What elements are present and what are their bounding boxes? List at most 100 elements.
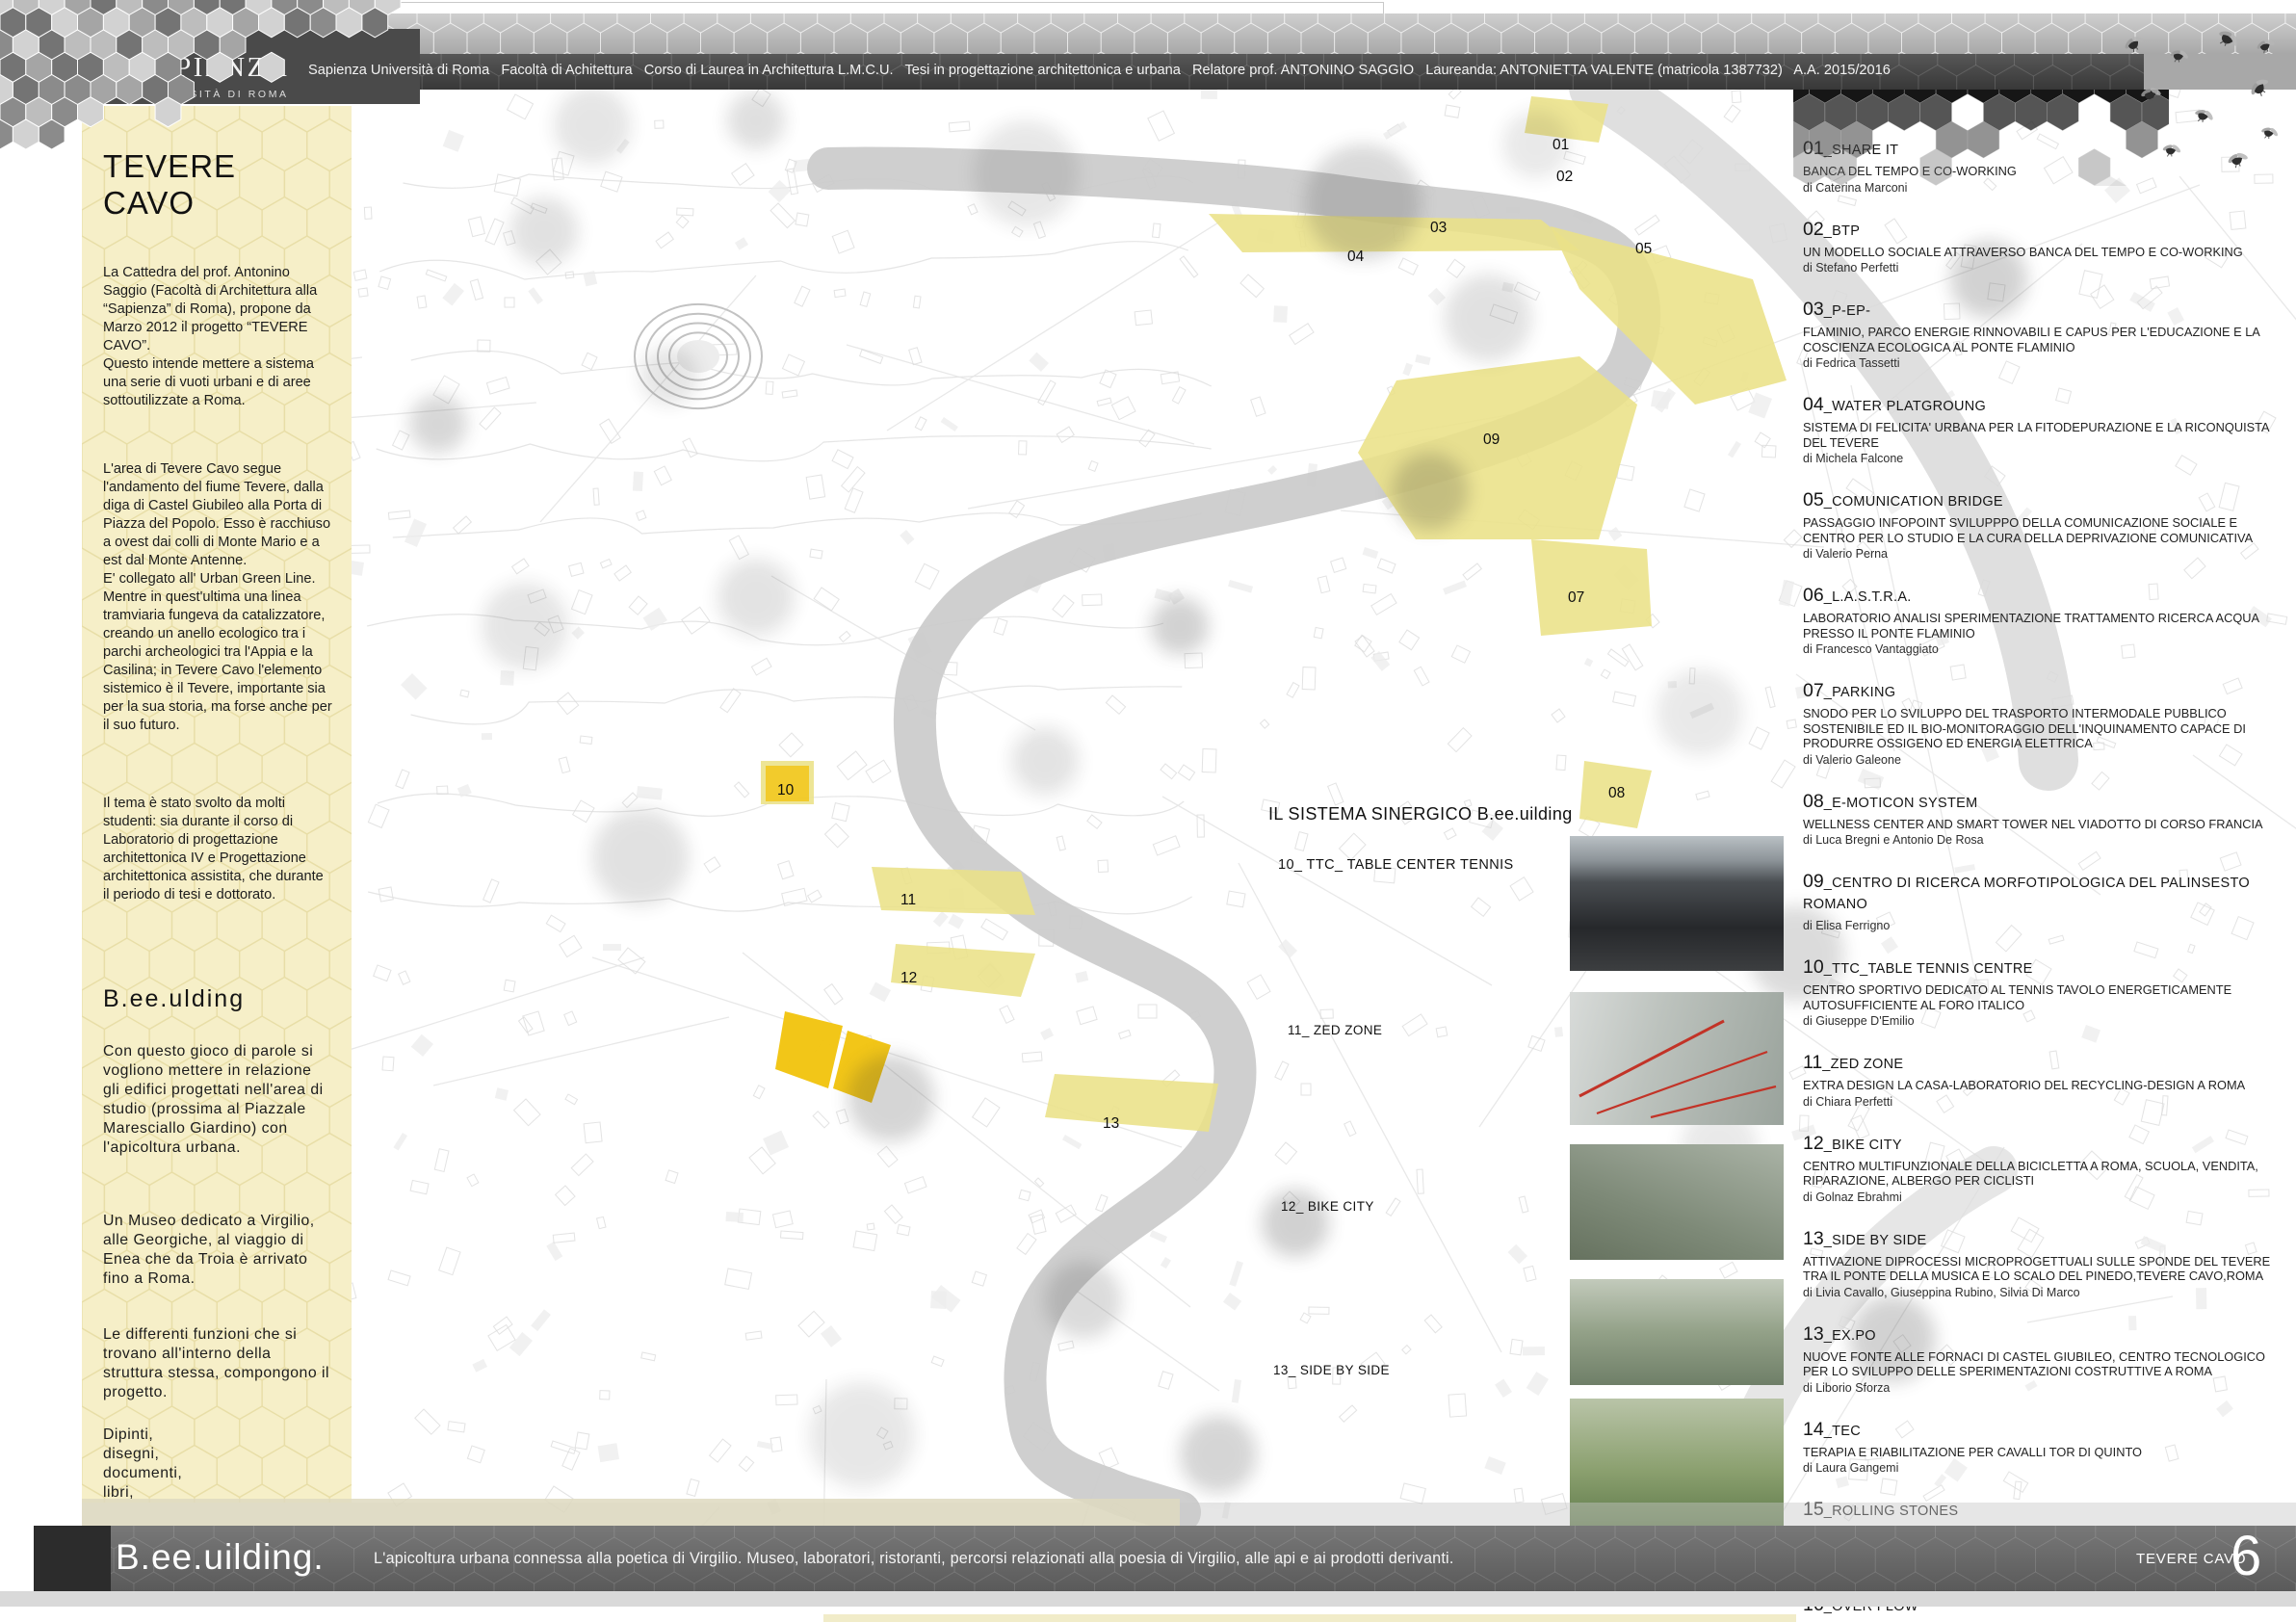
sidebar-exhibit-list: Dipinti, disegni, documenti, libri, mone… [103, 1426, 332, 1503]
photo-masterplan-red-lines [1570, 992, 1784, 1125]
presentation-board: 01 02 03 04 05 09 07 10 08 11 12 13 IL SISTEMA SINER… [0, 0, 2296, 1622]
project-code: _PARKING [1824, 685, 1896, 700]
project-item: 08_E-MOTICON SYSTEM WELLNESS CENTER AND S… [1803, 792, 2286, 849]
project-item: 07_PARKINGSNODO PER LO SVILUPPO DEL TRAS… [1803, 681, 2286, 768]
project-author: di Liborio Sforza [1803, 1380, 2286, 1396]
project-number: 03 [1803, 299, 1824, 320]
project-author: di Francesco Vantaggiato [1803, 641, 2286, 657]
map-marker-02: 02 [1556, 169, 1573, 186]
map-marker-11: 11 [900, 892, 916, 909]
next-board-edge [823, 1614, 1796, 1622]
project-description: PASSAGGIO INFOPOINT SVILUPPPO DELLA COMU… [1803, 515, 2284, 545]
header-info-line: Sapienza Università di Roma Facoltà di A… [308, 63, 2133, 78]
map-marker-13: 13 [1103, 1115, 1119, 1133]
project-item: 10_TTC_TABLE TENNIS CENTRE CENTRO SPORTIV… [1803, 957, 2286, 1029]
hex-cluster-decoration [0, 0, 453, 164]
project-item: 13_SIDE BY SIDEATTIVAZIONE DIPROCESSI MI… [1803, 1229, 2286, 1300]
project-description: TERAPIA E RIABILITAZIONE PER CAVALLI TOR… [1803, 1445, 2284, 1460]
sidebar-area-description: L'area di Tevere Cavo segue l'andamento … [103, 460, 332, 735]
masterplan-lines [1570, 992, 1784, 1125]
project-description: LABORATORIO ANALISI SPERIMENTAZIONE TRAT… [1803, 611, 2284, 641]
project-number: 08 [1803, 791, 1824, 812]
project-author: di Valerio Perna [1803, 546, 2286, 562]
project-author: di Golnaz Ebrahmi [1803, 1190, 2286, 1205]
project-number: 10 [1803, 956, 1824, 978]
project-item: 04_WATER PLATGROUNGSISTEMA DI FELICITA' … [1803, 395, 2286, 466]
map-marker-05: 05 [1635, 241, 1652, 258]
sidebar-theme: Il tema è stato svolto da molti studenti… [103, 795, 332, 904]
project-author: di Elisa Ferrigno [1803, 918, 2286, 933]
project-code: _L.A.S.T.R.A. [1824, 589, 1912, 605]
sidebar-functions: Le differenti funzioni che si trovano al… [103, 1325, 332, 1402]
project-code: _EX.PO [1824, 1328, 1876, 1344]
dark-hex-band [1793, 85, 2169, 186]
project-author: di Laura Gangemi [1803, 1460, 2286, 1476]
map-marker-01: 01 [1552, 137, 1569, 154]
map-marker-08: 08 [1608, 785, 1625, 802]
project-description: SISTEMA DI FELICITA' URBANA PER LA FITOD… [1803, 420, 2284, 450]
project-code: _P-EP- [1824, 303, 1871, 319]
project-item: 14_TEC TERAPIA E RIABILITAZIONE PER CAVAL… [1803, 1420, 2286, 1477]
project-item: 03_P-EP- FLAMINIO, PARCO ENERGIE RINNOVAB… [1803, 300, 2286, 371]
project-item: 09_CENTRO DI RICERCA MORFOTIPOLOGICA DEL… [1803, 872, 2286, 933]
map-marker-07: 07 [1568, 589, 1584, 607]
project-number: 05 [1803, 489, 1824, 510]
sidebar-wordplay: Con questo gioco di parole si vogliono m… [103, 1042, 332, 1158]
project-number: 14 [1803, 1419, 1824, 1440]
project-code: _WATER PLATGROUNG [1824, 399, 1986, 414]
project-number: 13 [1803, 1323, 1824, 1345]
project-description: EXTRA DESIGN LA CASA-LABORATORIO DEL REC… [1803, 1078, 2284, 1093]
project-code: _CENTRO DI RICERCA MORFOTIPOLOGICA DEL P… [1803, 876, 2250, 912]
project-author: di Fedrica Tassetti [1803, 355, 2286, 371]
project-code: _SIDE BY SIDE [1824, 1233, 1927, 1248]
project-description: FLAMINIO, PARCO ENERGIE RINNOVABILI E CA… [1803, 325, 2284, 354]
project-description: NUOVE FONTE ALLE FORNACI DI CASTEL GIUBI… [1803, 1349, 2284, 1379]
bottom-light-strip [0, 1591, 2296, 1607]
project-code: _ZED ZONE [1822, 1057, 1903, 1072]
project-number: 09 [1803, 871, 1824, 892]
photo-river-render [1570, 1279, 1784, 1385]
project-item: 11_ZED ZONE EXTRA DESIGN LA CASA-LABORATO… [1803, 1053, 2286, 1110]
map-label-3: 12_ BIKE CITY [1281, 1199, 1374, 1214]
map-label-4: 13_ SIDE BY SIDE [1273, 1363, 1390, 1377]
project-code: _BTP [1824, 223, 1860, 239]
project-description: WELLNESS CENTER AND SMART TOWER NEL VIAD… [1803, 817, 2284, 832]
project-description: SNODO PER LO SVILUPPO DEL TRASPORTO INTE… [1803, 706, 2284, 751]
project-description: CENTRO SPORTIVO DEDICATO AL TENNIS TAVOL… [1803, 982, 2284, 1012]
project-index: 01_SHARE ITBANCA DEL TEMPO E CO-WORKINGd… [1803, 92, 2286, 1622]
project-description: CENTRO MULTIFUNZIONALE DELLA BICICLETTA … [1803, 1159, 2284, 1189]
bee-icons [2115, 25, 2296, 195]
project-author: di Livia Cavallo, Giuseppina Rubino, Sil… [1803, 1285, 2286, 1300]
map-marker-03: 03 [1430, 220, 1447, 237]
project-code: _COMUNICATION BRIDGE [1824, 494, 2003, 510]
project-item: 06_L.A.S.T.R.A.LABORATORIO ANALISI SPERI… [1803, 586, 2286, 657]
page-number: 6 [2231, 1524, 2261, 1588]
footer-brand: B.ee.uilding. [116, 1537, 325, 1578]
footer-left-square [34, 1526, 111, 1599]
project-author: di Chiara Perfetti [1803, 1094, 2286, 1110]
map-label-0: IL SISTEMA SINERGICO B.ee.uilding [1268, 804, 1573, 824]
project-author: di Stefano Perfetti [1803, 260, 2286, 275]
project-code: _TEC [1824, 1424, 1861, 1439]
project-item: 05_COMUNICATION BRIDGE PASSAGGIO INFOPOIN… [1803, 490, 2286, 562]
map-marker-04: 04 [1347, 249, 1364, 266]
project-code: _TTC_TABLE TENNIS CENTRE [1824, 961, 2033, 977]
project-number: 12 [1803, 1133, 1824, 1154]
footer-tagline: L'apicoltura urbana connessa alla poetic… [374, 1550, 1454, 1568]
project-author: di Giuseppe D'Emilio [1803, 1013, 2286, 1029]
project-item: 13_EX.PO NUOVE FONTE ALLE FORNACI DI CAST… [1803, 1324, 2286, 1396]
project-item: 02_BTP UN MODELLO SOCIALE ATTRAVERSO BANC… [1803, 220, 2286, 276]
map-marker-12: 12 [900, 970, 917, 987]
project-code: _BIKE CITY [1824, 1138, 1902, 1153]
pre-footer-strip-cream [82, 1499, 1180, 1526]
project-description: UN MODELLO SOCIALE ATTRAVERSO BANCA DEL … [1803, 245, 2284, 260]
photo-render-dark-structure [1570, 836, 1784, 971]
project-number: 11 [1803, 1052, 1822, 1073]
project-code: _E-MOTICON SYSTEM [1824, 796, 1978, 811]
map-label-1: 10_ TTC_ TABLE CENTER TENNIS [1278, 857, 1514, 873]
project-number: 02 [1803, 219, 1824, 240]
beeulding-heading: B.ee.ulding [103, 985, 332, 1013]
project-author: di Valerio Galeone [1803, 752, 2286, 768]
project-author: di Luca Bregni e Antonio De Rosa [1803, 832, 2286, 848]
project-item: 12_BIKE CITY CENTRO MULTIFUNZIONALE DELLA… [1803, 1134, 2286, 1205]
